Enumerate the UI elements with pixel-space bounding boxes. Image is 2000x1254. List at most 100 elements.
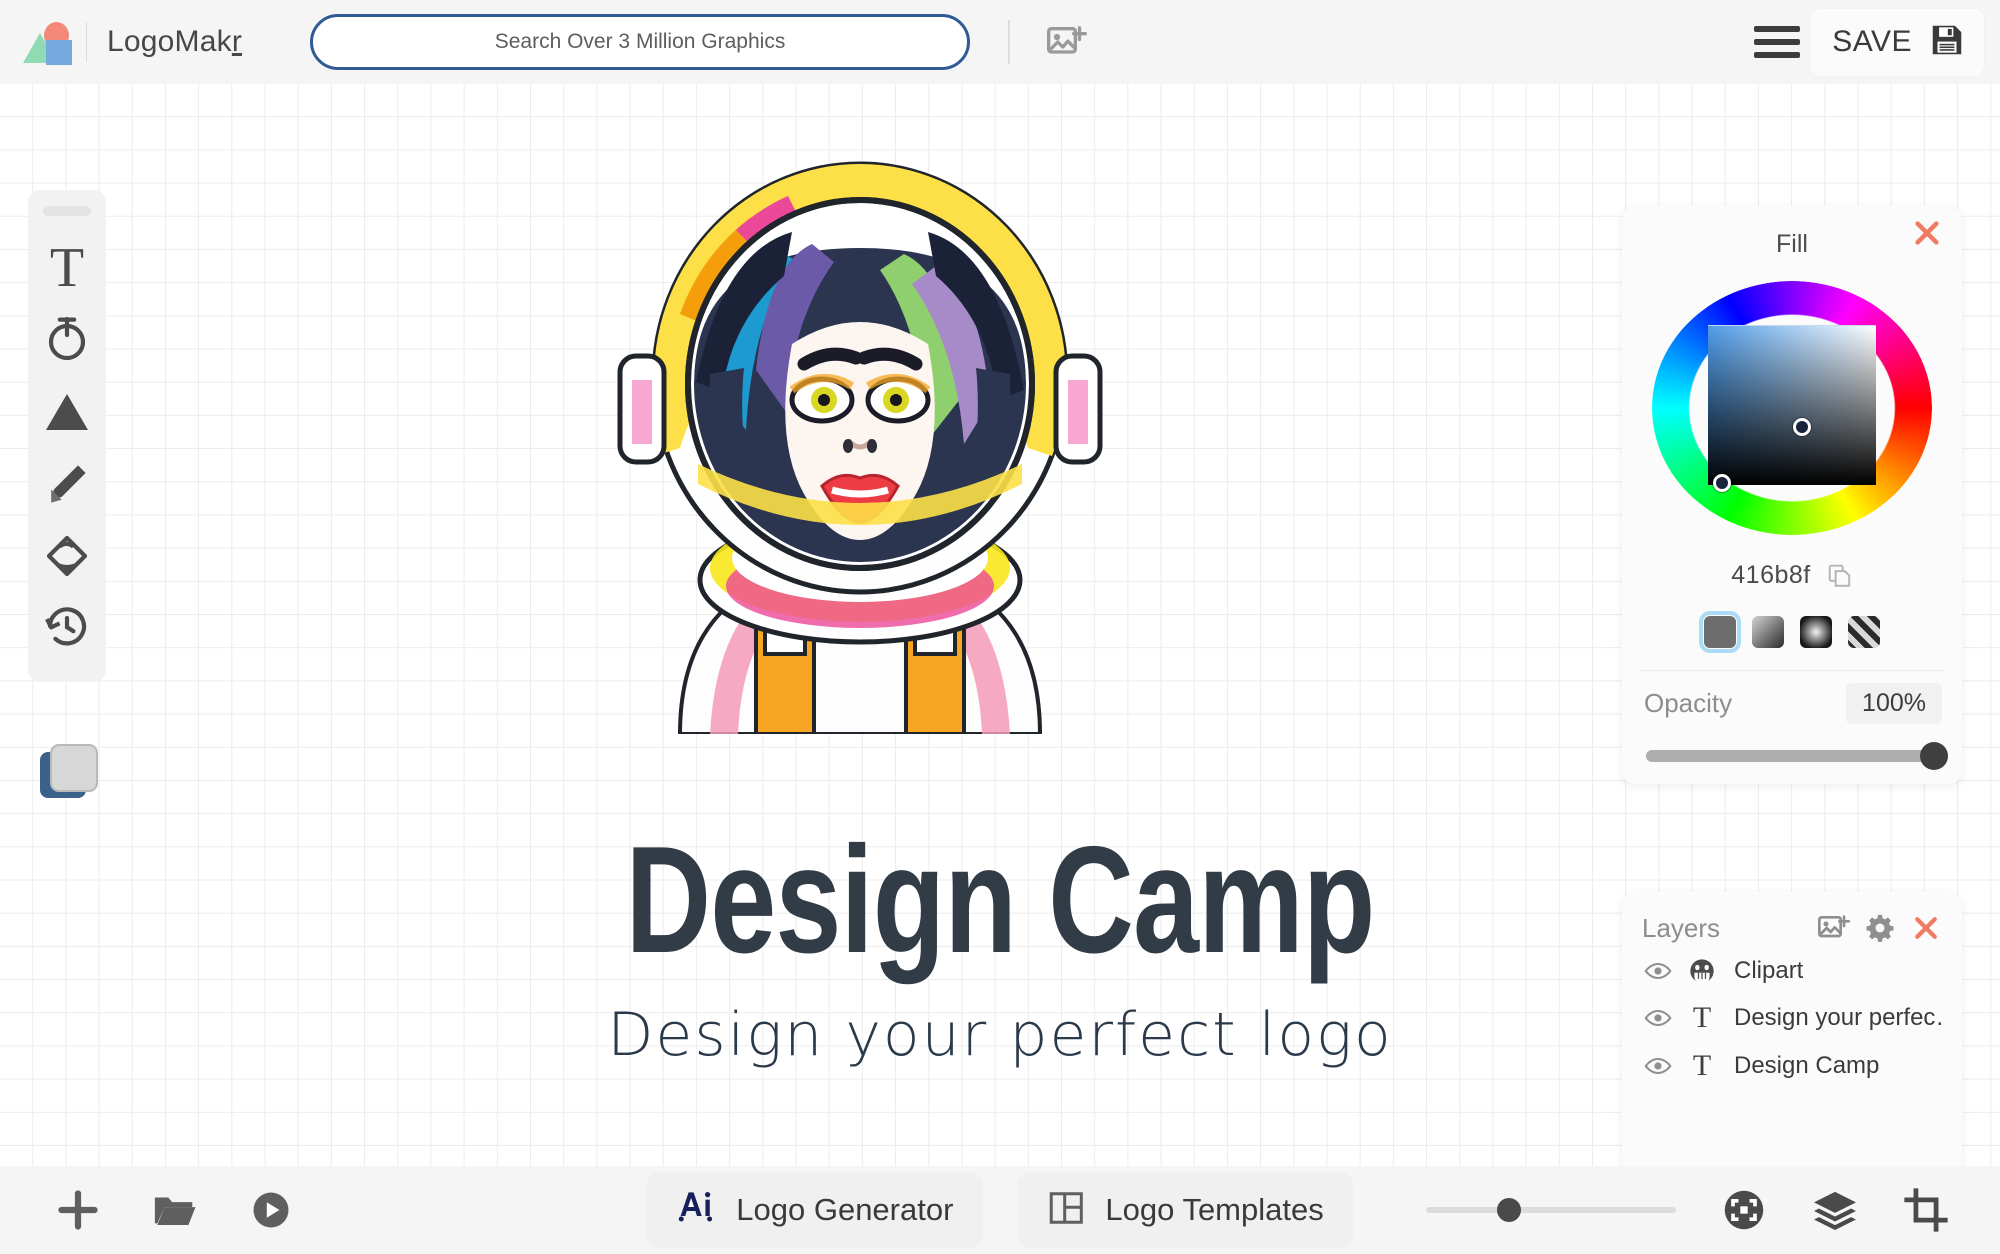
logo-square-shape [46, 40, 72, 65]
shape-tool[interactable] [36, 376, 98, 448]
zoom-slider-thumb[interactable] [1496, 1198, 1521, 1222]
menu-line [1754, 26, 1801, 32]
hue-marker[interactable] [1713, 474, 1731, 492]
bottom-toolbar: Logo Generator Logo Templates [0, 1166, 2000, 1254]
layer-name: Clipart [1734, 957, 1804, 984]
layers-panel: Layers Clipart T Design your perfec… T D… [1622, 892, 1962, 1166]
layer-name: Design Camp [1734, 1052, 1880, 1079]
zoom-slider[interactable] [1426, 1198, 1676, 1222]
logo-templates-label: Logo Templates [1105, 1192, 1324, 1227]
layer-name: Design your perfec… [1734, 1004, 1942, 1031]
fill-tool[interactable] [36, 520, 98, 592]
logo-title-text[interactable]: Design Camp [220, 824, 1780, 976]
layout-grid-icon [1047, 1189, 1085, 1232]
logo-templates-button[interactable]: Logo Templates [1017, 1172, 1354, 1248]
text-T-icon: T [49, 237, 85, 299]
brand-name: LogoMakr [107, 25, 242, 59]
fit-screen-icon [1724, 1190, 1764, 1230]
brand[interactable]: LogoMakr [0, 17, 242, 67]
clock-history-icon [45, 607, 87, 646]
saturation-value-square[interactable] [1708, 325, 1876, 485]
hamburger-menu-icon[interactable] [1748, 17, 1806, 67]
sv-marker[interactable] [1793, 418, 1811, 436]
layer-row[interactable]: T Design your perfec… [1622, 994, 1962, 1042]
tool-panel-drag-handle[interactable] [43, 206, 91, 216]
logomakr-app: LogoMakr SAVE [0, 0, 2000, 1254]
opacity-slider[interactable] [1646, 742, 1948, 770]
top-header-bar: LogoMakr SAVE [0, 0, 2000, 84]
brand-name-tail: r [231, 25, 243, 58]
brand-divider [86, 22, 87, 62]
menu-line [1754, 52, 1801, 58]
menu-line [1754, 39, 1801, 45]
copy-icon[interactable] [1827, 563, 1853, 589]
eye-visibility-icon[interactable] [1644, 1008, 1672, 1028]
logomakr-shapes-icon [22, 17, 72, 67]
eye-visibility-icon[interactable] [1644, 961, 1672, 981]
save-button[interactable]: SAVE [1810, 8, 1984, 76]
crop-icon [1904, 1188, 1948, 1232]
opacity-value[interactable]: 100% [1846, 683, 1942, 724]
grin-face-icon [1688, 957, 1716, 985]
pencil-icon [51, 465, 86, 503]
eye-visibility-icon[interactable] [1644, 1056, 1672, 1076]
curved-text-tool[interactable] [36, 304, 98, 376]
save-button-label: SAVE [1832, 25, 1912, 58]
logo-generator-label: Logo Generator [736, 1192, 954, 1227]
curved-text-icon [48, 316, 86, 361]
layers-panel-close-icon[interactable] [1910, 912, 1942, 944]
triangle-shape-icon [46, 394, 88, 430]
new-design-button[interactable] [56, 1188, 100, 1232]
play-tutorial-button[interactable] [250, 1189, 292, 1231]
fill-panel: Fill 416b8f Opacity 100% [1622, 206, 1962, 784]
layer-row[interactable]: Clipart [1622, 948, 1962, 994]
header-divider [1008, 20, 1011, 64]
fill-type-radial-gradient[interactable] [1800, 616, 1832, 648]
fill-type-linear-gradient[interactable] [1752, 616, 1784, 648]
fill-type-none[interactable] [1848, 616, 1880, 648]
ai-icon [676, 1186, 716, 1234]
paint-bucket-icon [46, 535, 88, 577]
draw-tool[interactable] [36, 448, 98, 520]
fill-type-swatches [1622, 611, 1962, 653]
floppy-disk-icon [1928, 21, 1966, 64]
add-image-icon[interactable] [1046, 21, 1088, 63]
search-input[interactable] [310, 14, 971, 70]
layers-panel-title: Layers [1642, 912, 1721, 943]
active-color-swatch[interactable] [40, 744, 102, 806]
opacity-row: Opacity 100% [1622, 671, 1962, 724]
left-tool-panel: T [28, 190, 106, 682]
layers-panel-header: Layers [1622, 892, 1962, 948]
search-container [310, 14, 971, 70]
text-T-icon: T [1692, 1001, 1712, 1034]
astronaut-girl-clipart[interactable] [560, 134, 1160, 734]
bottom-center-actions: Logo Generator Logo Templates [646, 1172, 1354, 1248]
opacity-slider-thumb[interactable] [1920, 742, 1948, 770]
logo-generator-button[interactable]: Logo Generator [646, 1172, 984, 1248]
plus-icon [58, 1190, 98, 1230]
folder-open-icon [154, 1197, 196, 1225]
brand-name-main: LogoMak [107, 25, 232, 58]
layer-row[interactable]: T Design Camp [1622, 1042, 1962, 1090]
text-T-icon: T [1692, 1049, 1712, 1082]
fill-panel-close-icon[interactable] [1910, 216, 1944, 250]
header-right-actions: SAVE [1748, 8, 2000, 76]
bottom-left-actions [0, 1188, 292, 1232]
text-tool[interactable]: T [36, 232, 98, 304]
gear-icon[interactable] [1864, 912, 1896, 944]
hex-value-row: 416b8f [1622, 561, 1962, 590]
play-circle-icon [253, 1192, 289, 1228]
crop-button[interactable] [1904, 1188, 1948, 1232]
layers-toggle-button[interactable] [1812, 1189, 1858, 1231]
add-image-icon[interactable] [1818, 912, 1850, 944]
design-canvas[interactable]: Design Camp Design your perfect logo T F… [0, 84, 2000, 1166]
bottom-right-actions [1426, 1188, 2000, 1232]
fit-to-screen-button[interactable] [1722, 1188, 1766, 1232]
history-tool[interactable] [36, 592, 98, 664]
color-wheel[interactable] [1652, 281, 1932, 535]
hex-value[interactable]: 416b8f [1731, 561, 1810, 590]
swatch-front-color [50, 744, 98, 792]
fill-type-solid[interactable] [1699, 611, 1741, 653]
open-file-button[interactable] [152, 1190, 198, 1230]
layers-stack-icon [1814, 1191, 1856, 1231]
